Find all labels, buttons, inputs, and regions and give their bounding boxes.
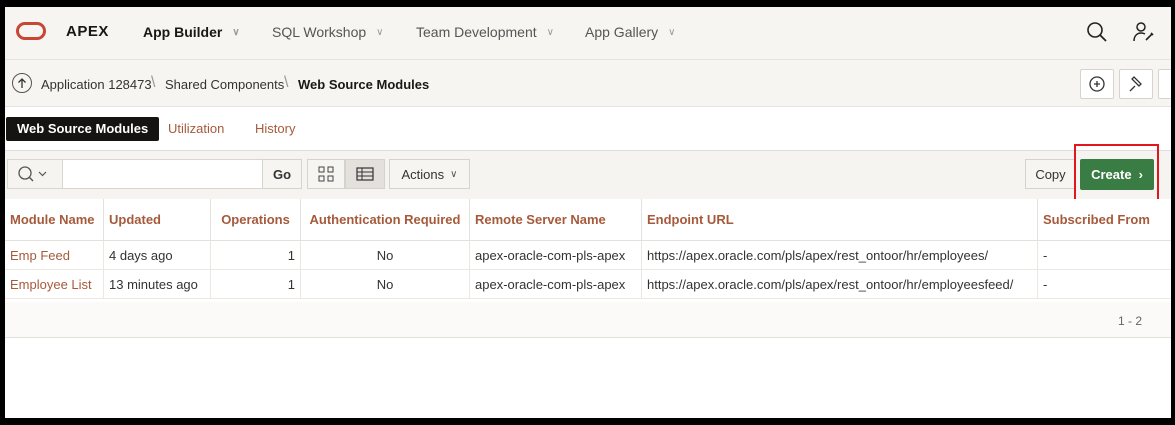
- top-navigation-bar: APEX App Builder ∨ SQL Workshop ∨ Team D…: [5, 7, 1171, 60]
- column-header-authentication-required[interactable]: Authentication Required: [300, 199, 470, 241]
- nav-label: App Gallery: [585, 24, 659, 40]
- updated-cell: 13 minutes ago: [103, 269, 211, 299]
- go-button[interactable]: Go: [262, 159, 302, 189]
- oracle-logo-icon[interactable]: [16, 22, 46, 40]
- table-header-row: Module Name Updated Operations Authentic…: [5, 199, 1171, 241]
- module-name-link[interactable]: Emp Feed: [5, 240, 104, 270]
- column-header-remote-server-name[interactable]: Remote Server Name: [469, 199, 642, 241]
- app-window: APEX App Builder ∨ SQL Workshop ∨ Team D…: [5, 7, 1171, 418]
- search-column-selector[interactable]: [8, 160, 63, 188]
- endpoint-url-cell: https://apex.oracle.com/pls/apex/rest_on…: [641, 269, 1038, 299]
- add-comment-button[interactable]: [1080, 69, 1114, 99]
- add-comment-icon: [1089, 76, 1105, 92]
- subscribed-from-cell: -: [1037, 240, 1171, 270]
- table-view-icon: [356, 167, 374, 181]
- search-field: [7, 159, 263, 189]
- chevron-down-icon: ∨: [376, 26, 384, 38]
- search-icon[interactable]: [1085, 20, 1109, 44]
- column-header-endpoint-url[interactable]: Endpoint URL: [641, 199, 1038, 241]
- search-input[interactable]: [64, 162, 262, 188]
- create-button[interactable]: Create ›: [1080, 159, 1154, 190]
- chevron-down-icon: ∨: [232, 26, 240, 38]
- go-label: Go: [272, 166, 292, 182]
- breadcrumb-separator: \: [284, 74, 289, 91]
- pin-button[interactable]: [1119, 69, 1153, 99]
- report-view-button[interactable]: [345, 159, 385, 189]
- breadcrumb: Application 128473 \ Shared Components \…: [5, 60, 1171, 107]
- nav-app-gallery[interactable]: App Gallery ∨: [585, 24, 675, 40]
- more-options-button[interactable]: [1158, 69, 1171, 99]
- profile-wrench-icon[interactable]: [1132, 20, 1156, 44]
- operations-cell: 1: [210, 240, 301, 270]
- nav-team-development[interactable]: Team Development ∨: [416, 24, 554, 40]
- breadcrumb-application[interactable]: Application 128473: [41, 77, 152, 92]
- column-header-subscribed-from[interactable]: Subscribed From: [1037, 199, 1171, 241]
- remote-server-cell: apex-oracle-com-pls-apex: [469, 240, 642, 270]
- breadcrumb-current-page: Web Source Modules: [298, 77, 430, 92]
- chevron-down-icon: ∨: [668, 26, 676, 38]
- pin-icon: [1129, 76, 1142, 92]
- updated-cell: 4 days ago: [103, 240, 211, 270]
- endpoint-url-cell: https://apex.oracle.com/pls/apex/rest_on…: [641, 240, 1038, 270]
- nav-app-builder[interactable]: App Builder ∨: [143, 24, 240, 40]
- column-header-module-name[interactable]: Module Name: [5, 199, 104, 241]
- auth-required-cell: No: [300, 240, 470, 270]
- operations-cell: 1: [210, 269, 301, 299]
- nav-label: Team Development: [416, 24, 537, 40]
- breadcrumb-separator: \: [151, 74, 156, 91]
- column-header-operations[interactable]: Operations: [210, 199, 301, 241]
- chevron-right-icon: ›: [1138, 167, 1143, 182]
- copy-label: Copy: [1035, 166, 1066, 182]
- chevron-down-icon: ∨: [450, 168, 458, 180]
- search-icon: [18, 166, 47, 182]
- pagination-label: 1 - 2: [1117, 314, 1142, 328]
- chevron-down-icon: ∨: [546, 26, 554, 38]
- tab-bar: Web Source Modules Utilization History: [5, 107, 1171, 151]
- arrow-up-circle-icon[interactable]: [12, 73, 32, 93]
- breadcrumb-shared-components[interactable]: Shared Components: [165, 77, 284, 92]
- grid-view-icon: [318, 166, 334, 182]
- table-row: Employee List 13 minutes ago 1 No apex-o…: [5, 269, 1171, 299]
- create-label: Create: [1091, 167, 1132, 182]
- module-name-link[interactable]: Employee List: [5, 269, 104, 299]
- auth-required-cell: No: [300, 269, 470, 299]
- column-header-updated[interactable]: Updated: [103, 199, 211, 241]
- brand-name[interactable]: APEX: [66, 23, 109, 40]
- subscribed-from-cell: -: [1037, 269, 1171, 299]
- nav-label: SQL Workshop: [272, 24, 367, 40]
- actions-menu-button[interactable]: Actions ∨: [389, 159, 470, 189]
- copy-button[interactable]: Copy: [1025, 159, 1076, 189]
- tab-utilization[interactable]: Utilization: [168, 117, 224, 141]
- web-source-modules-table: Module Name Updated Operations Authentic…: [5, 199, 1171, 299]
- tab-history[interactable]: History: [255, 117, 295, 141]
- tab-web-source-modules[interactable]: Web Source Modules: [6, 117, 160, 141]
- nav-sql-workshop[interactable]: SQL Workshop ∨: [272, 24, 383, 40]
- chevron-down-icon: [38, 171, 47, 177]
- remote-server-cell: apex-oracle-com-pls-apex: [469, 269, 642, 299]
- nav-label: App Builder: [143, 24, 223, 40]
- table-footer: 1 - 2: [5, 302, 1171, 338]
- actions-label: Actions: [401, 166, 445, 182]
- icon-view-button[interactable]: [307, 159, 345, 189]
- report-toolbar: Go Actions ∨ Copy: [5, 151, 1171, 200]
- table-row: Emp Feed 4 days ago 1 No apex-oracle-com…: [5, 240, 1171, 270]
